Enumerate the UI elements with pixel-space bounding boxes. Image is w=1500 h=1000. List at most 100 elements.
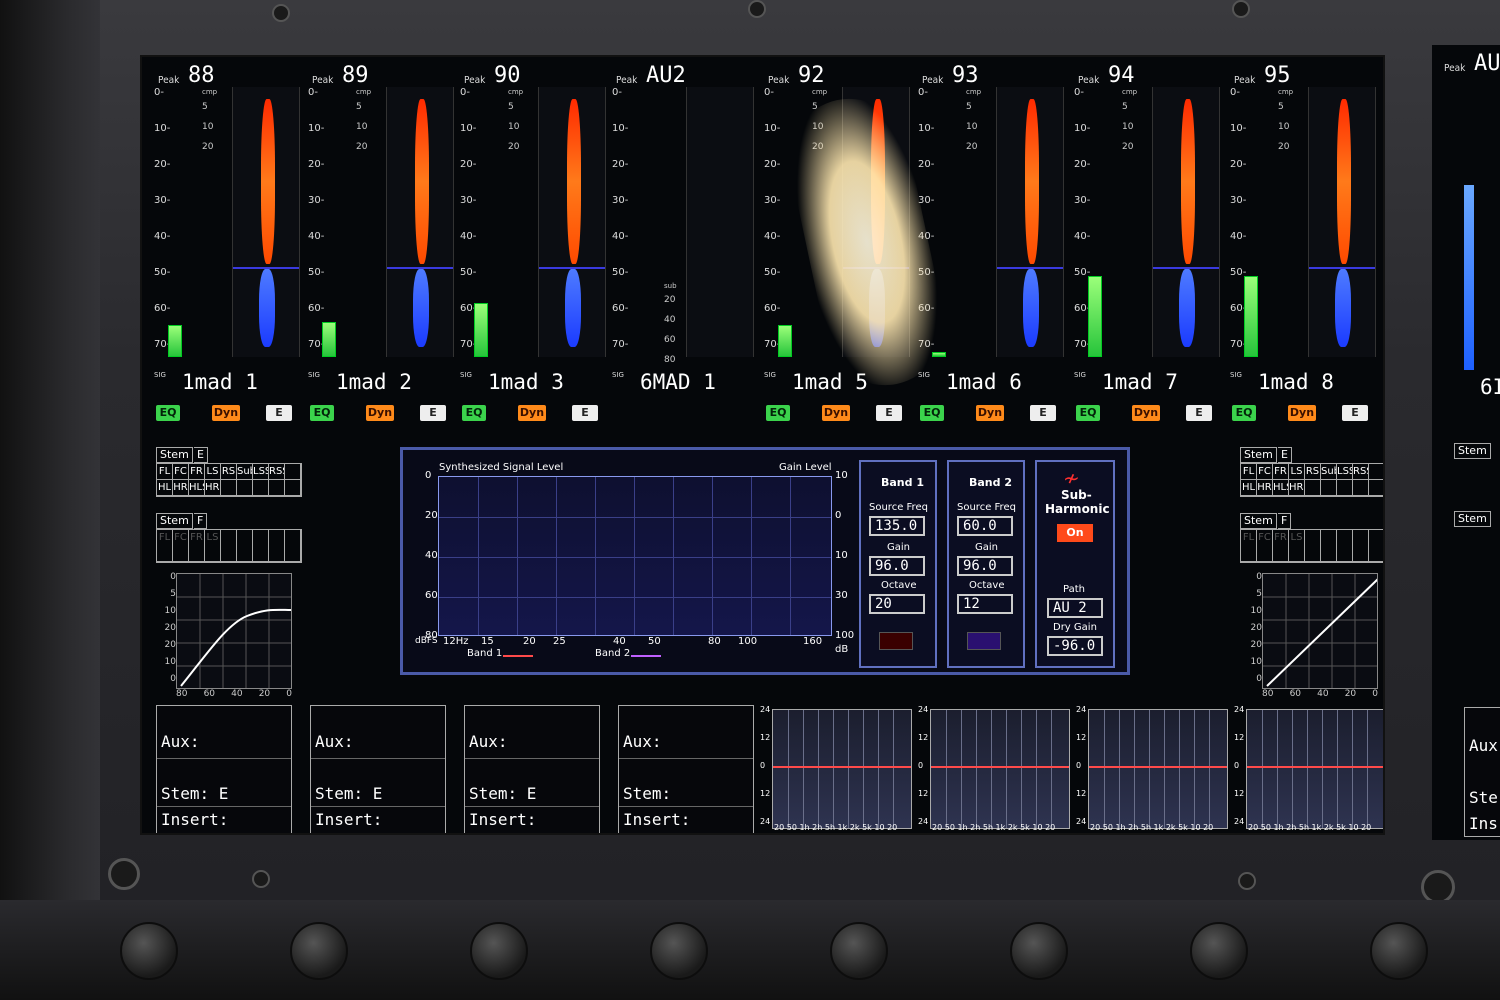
path-field[interactable]: AU 2 <box>1047 598 1103 618</box>
dyn-button[interactable]: Dyn <box>822 405 850 421</box>
stem-channel-cell[interactable] <box>269 480 285 496</box>
aux-box[interactable]: Aux: Stem: E Insert: <box>156 705 292 833</box>
aux-box[interactable]: Aux: Stem: Insert: <box>618 705 754 833</box>
stem-channel-cell[interactable] <box>285 530 301 562</box>
eq-button[interactable]: EQ <box>462 405 486 421</box>
gain-field[interactable]: 96.0 <box>869 556 925 576</box>
stem-channel-cell[interactable]: HLS <box>189 480 205 496</box>
stem-channel-cell[interactable] <box>285 464 301 480</box>
dyn-button[interactable]: Dyn <box>518 405 546 421</box>
stem-channel-cell[interactable] <box>221 480 237 496</box>
stem-f-grid[interactable]: FL FC FR LS <box>1240 529 1383 563</box>
e-button[interactable]: E <box>266 405 292 421</box>
stem-channel-cell[interactable]: FL <box>1241 464 1257 480</box>
stem-channel-cell[interactable] <box>1353 480 1369 496</box>
stem-channel-cell[interactable] <box>1321 480 1337 496</box>
e-button[interactable]: E <box>1186 405 1212 421</box>
dyn-button[interactable]: Dyn <box>1288 405 1316 421</box>
source-freq-field[interactable]: 135.0 <box>869 516 925 536</box>
stem-channel-cell[interactable]: FL <box>1241 530 1257 562</box>
stem-channel-cell[interactable] <box>237 530 253 562</box>
stem-channel-cell[interactable]: LS <box>1289 464 1305 480</box>
dyn-button[interactable]: Dyn <box>976 405 1004 421</box>
stem-channel-cell[interactable]: HR <box>1257 480 1273 496</box>
stem-channel-cell[interactable]: RS <box>1305 464 1321 480</box>
stem-channel-cell[interactable] <box>1369 480 1383 496</box>
stem-channel-cell[interactable]: FR <box>1273 464 1289 480</box>
stem-channel-cell[interactable]: Sub <box>237 464 253 480</box>
source-freq-field[interactable]: 60.0 <box>957 516 1013 536</box>
stem-channel-cell[interactable] <box>1337 530 1353 562</box>
eq-button[interactable]: EQ <box>766 405 790 421</box>
stem-channel-cell[interactable] <box>285 480 301 496</box>
stem-channel-cell[interactable]: LSS <box>253 464 269 480</box>
rotary-knob[interactable] <box>1010 922 1068 980</box>
eq-curve-graph[interactable] <box>930 709 1070 829</box>
stem-channel-cell[interactable]: FC <box>1257 530 1273 562</box>
stem-channel-cell[interactable]: HRS <box>1289 480 1305 496</box>
rotary-knob[interactable] <box>290 922 348 980</box>
stem-channel-cell[interactable] <box>237 480 253 496</box>
stem-channel-cell[interactable]: LS <box>205 464 221 480</box>
stem-channel-cell[interactable]: RSS <box>1353 464 1369 480</box>
stem-channel-cell[interactable]: RSS <box>269 464 285 480</box>
stem-channel-cell[interactable] <box>1305 480 1321 496</box>
stem-channel-cell[interactable]: FR <box>1273 530 1289 562</box>
e-button[interactable]: E <box>420 405 446 421</box>
stem-channel-cell[interactable]: HL <box>157 480 173 496</box>
rotary-knob[interactable] <box>1370 922 1428 980</box>
stem-channel-cell[interactable]: HRS <box>205 480 221 496</box>
eq-curve-graph[interactable] <box>1088 709 1228 829</box>
stem-channel-cell[interactable] <box>1369 530 1383 562</box>
stem-channel-cell[interactable]: HLS <box>1273 480 1289 496</box>
aux-box[interactable]: Aux: Stem: E Insert: <box>464 705 600 833</box>
stem-channel-cell[interactable]: FC <box>173 530 189 562</box>
stem-e-grid[interactable]: FLFCFRLSRSSubLSSRSS HLHRHLSHRS <box>156 463 302 497</box>
stem-channel-cell[interactable]: LS <box>205 530 221 562</box>
stem-channel-cell[interactable]: FR <box>189 464 205 480</box>
eq-curve-graph[interactable] <box>1246 709 1383 829</box>
stem-channel-cell[interactable]: Sub <box>1321 464 1337 480</box>
octave-field[interactable]: 20 <box>869 594 925 614</box>
eq-button[interactable]: EQ <box>310 405 334 421</box>
e-button[interactable]: E <box>1342 405 1368 421</box>
on-button[interactable]: On <box>1057 524 1093 542</box>
stem-channel-cell[interactable]: HL <box>1241 480 1257 496</box>
stem-channel-cell[interactable]: FL <box>157 530 173 562</box>
eq-button[interactable]: EQ <box>1076 405 1100 421</box>
stem-channel-cell[interactable]: FC <box>173 464 189 480</box>
dry-gain-field[interactable]: -96.0 <box>1047 636 1103 656</box>
e-button[interactable]: E <box>876 405 902 421</box>
stem-channel-cell[interactable] <box>1305 530 1321 562</box>
dyn-button[interactable]: Dyn <box>1132 405 1160 421</box>
stem-channel-cell[interactable] <box>1321 530 1337 562</box>
rotary-knob[interactable] <box>830 922 888 980</box>
stem-channel-cell[interactable] <box>1369 464 1383 480</box>
stem-channel-cell[interactable] <box>1353 530 1369 562</box>
e-button[interactable]: E <box>572 405 598 421</box>
rotary-knob[interactable] <box>470 922 528 980</box>
stem-channel-cell[interactable] <box>221 530 237 562</box>
stem-channel-cell[interactable]: FC <box>1257 464 1273 480</box>
stem-channel-cell[interactable] <box>1337 480 1353 496</box>
stem-channel-cell[interactable]: LSS <box>1337 464 1353 480</box>
band-enable-button[interactable] <box>967 632 1001 650</box>
rotary-knob[interactable] <box>120 922 178 980</box>
aux-box[interactable]: Aux Ste Ins <box>1464 707 1500 837</box>
band-enable-button[interactable] <box>879 632 913 650</box>
stem-channel-cell[interactable]: FL <box>157 464 173 480</box>
eq-button[interactable]: EQ <box>156 405 180 421</box>
rotary-knob[interactable] <box>1190 922 1248 980</box>
stem-channel-cell[interactable]: RS <box>221 464 237 480</box>
eq-curve-graph[interactable] <box>772 709 912 829</box>
dyn-button[interactable]: Dyn <box>212 405 240 421</box>
rotary-knob[interactable] <box>650 922 708 980</box>
dyn-button[interactable]: Dyn <box>366 405 394 421</box>
gain-field[interactable]: 96.0 <box>957 556 1013 576</box>
stem-channel-cell[interactable]: HR <box>173 480 189 496</box>
stem-channel-cell[interactable] <box>269 530 285 562</box>
stem-channel-cell[interactable]: FR <box>189 530 205 562</box>
stem-channel-cell[interactable]: LS <box>1289 530 1305 562</box>
aux-box[interactable]: Aux: Stem: E Insert: <box>310 705 446 833</box>
stem-channel-cell[interactable] <box>253 530 269 562</box>
